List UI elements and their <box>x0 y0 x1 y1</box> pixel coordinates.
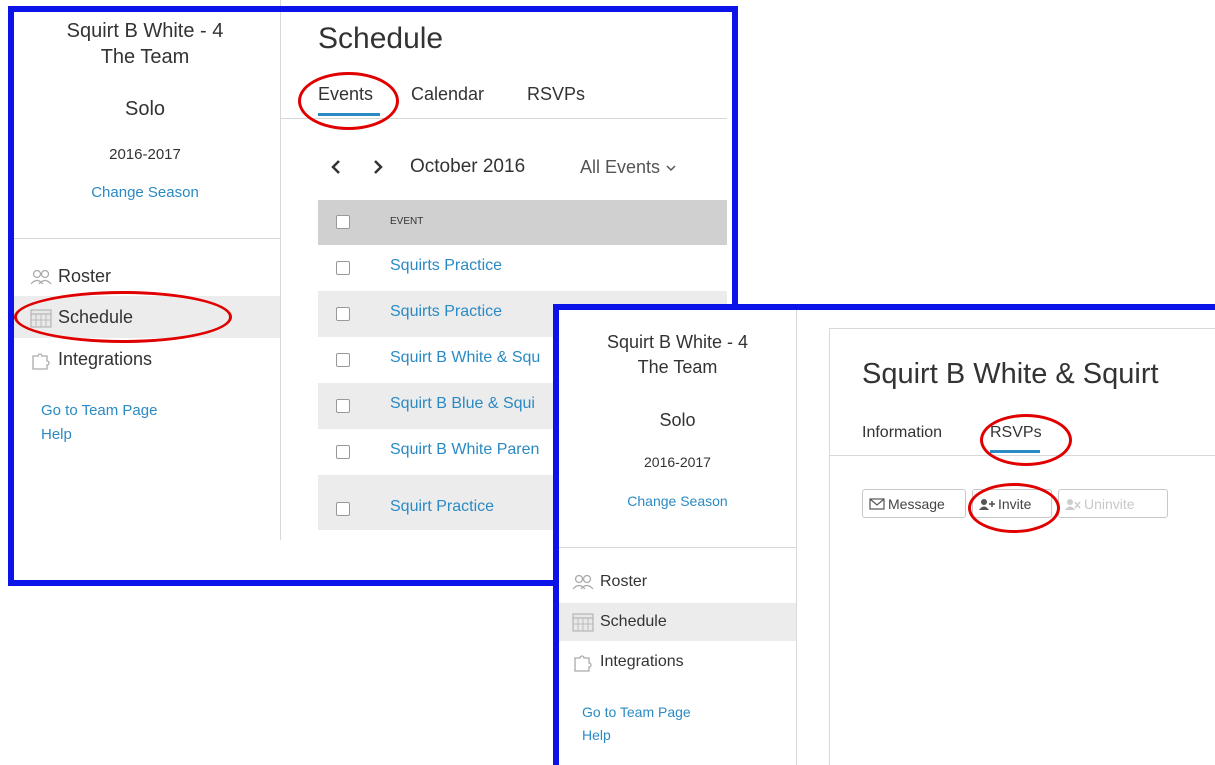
plan-label: Solo <box>659 410 696 430</box>
message-button-label: Message <box>888 495 945 512</box>
uninvite-button-label: Uninvite <box>1084 495 1135 512</box>
highlight-rsvps-tab <box>980 414 1072 466</box>
sidebar-item-integrations[interactable]: Integrations <box>572 652 684 672</box>
change-season-link[interactable]: Change Season <box>559 493 796 509</box>
message-button[interactable]: Message <box>862 489 966 518</box>
envelope-icon <box>869 497 885 510</box>
calendar-icon <box>572 613 594 632</box>
content-border-top <box>829 328 1215 329</box>
roster-icon <box>572 574 594 590</box>
sidebar-item-label: Schedule <box>600 613 667 630</box>
remove-user-icon <box>1065 498 1081 510</box>
sidebar-separator <box>559 547 796 548</box>
team-subtitle: The Team <box>637 357 718 377</box>
sidebar-item-label: Roster <box>600 573 648 590</box>
page-title: Squirt B White & Squirt <box>862 358 1159 390</box>
help-link[interactable]: Help <box>582 727 611 743</box>
sidebar-item-roster[interactable]: Roster <box>572 573 647 591</box>
highlight-invite-button <box>968 483 1060 533</box>
sidebar-item-schedule[interactable]: Schedule <box>572 612 667 632</box>
season-label: 2016-2017 <box>644 454 711 470</box>
sidebar-divider <box>796 310 797 765</box>
tab-information[interactable]: Information <box>862 424 942 442</box>
go-to-team-page-link[interactable]: Go to Team Page <box>582 704 691 720</box>
uninvite-button[interactable]: Uninvite <box>1058 489 1168 518</box>
content-border <box>829 328 830 765</box>
sidebar-item-label: Integrations <box>600 653 684 670</box>
puzzle-icon <box>574 655 592 672</box>
team-name: Squirt B White - 4 <box>606 332 749 352</box>
